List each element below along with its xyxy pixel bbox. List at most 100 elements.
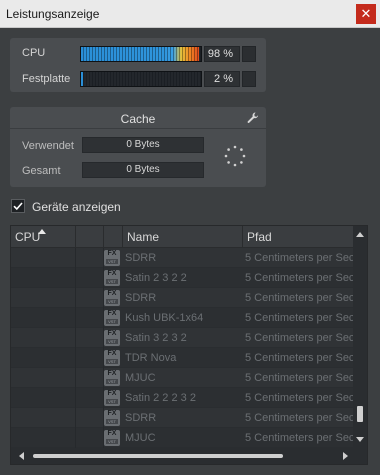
- close-button[interactable]: ✕: [356, 4, 376, 24]
- fx-plugin-icon: FX VST: [104, 350, 120, 366]
- disk-label: Festplatte: [22, 73, 71, 85]
- row-path-cell: 5 Centimeters per Sec: [245, 332, 353, 344]
- row-blank-cell: [76, 308, 104, 328]
- table-row[interactable]: FX VST MJUC 5 Centimeters per Sec: [11, 368, 353, 388]
- cpu-meter: [80, 46, 202, 62]
- cache-used-value: 0 Bytes: [82, 137, 204, 153]
- cache-title: Cache: [120, 112, 156, 126]
- row-path-cell: 5 Centimeters per Sec: [245, 252, 353, 264]
- cpu-label: CPU: [22, 47, 46, 59]
- column-header-blank-1[interactable]: [76, 226, 104, 248]
- table-header: CPU Name Pfad: [11, 226, 353, 248]
- fx-plugin-icon: FX VST: [104, 270, 120, 286]
- scroll-up-icon[interactable]: [356, 232, 364, 237]
- cpu-value: 98 %: [204, 46, 240, 62]
- close-icon: ✕: [360, 6, 372, 21]
- table-row[interactable]: FX VST SDRR 5 Centimeters per Sec: [11, 248, 353, 268]
- row-path-cell: 5 Centimeters per Sec: [245, 432, 353, 444]
- fx-plugin-icon: FX VST: [104, 410, 120, 426]
- row-cpu-cell: [11, 368, 76, 388]
- row-path-cell: 5 Centimeters per Sec: [245, 352, 353, 364]
- disk-meter: [80, 71, 202, 87]
- row-cpu-cell: [11, 388, 76, 408]
- row-blank-cell: [76, 248, 104, 268]
- scroll-right-icon[interactable]: [343, 452, 348, 460]
- loading-spinner-icon: [224, 145, 246, 167]
- row-path-cell: 5 Centimeters per Sec: [245, 292, 353, 304]
- cache-total-value: 0 Bytes: [82, 162, 204, 178]
- checkmark-icon: [13, 202, 23, 211]
- cache-used-label: Verwendet: [22, 140, 74, 152]
- row-path-cell: 5 Centimeters per Sec: [245, 412, 353, 424]
- row-name-cell: Satin 2 2 2 3 2: [125, 392, 196, 404]
- row-cpu-cell: [11, 268, 76, 288]
- row-name-cell: Kush UBK-1x64: [125, 312, 204, 324]
- row-blank-cell: [76, 288, 104, 308]
- cpu-overload-indicator: [242, 46, 256, 62]
- wrench-icon[interactable]: [246, 111, 260, 125]
- row-cpu-cell: [11, 328, 76, 348]
- row-cpu-cell: [11, 288, 76, 308]
- row-name-cell: SDRR: [125, 292, 157, 304]
- row-name-cell: MJUC: [125, 432, 156, 444]
- fx-plugin-icon: FX VST: [104, 310, 120, 326]
- column-header-cpu[interactable]: CPU: [11, 226, 76, 248]
- cache-header: Cache: [10, 107, 266, 129]
- table-row[interactable]: FX VST Satin 3 2 3 2 5 Centimeters per Sec: [11, 328, 353, 348]
- vertical-scrollbar[interactable]: [353, 226, 367, 448]
- row-cpu-cell: [11, 308, 76, 328]
- row-name-cell: Satin 3 2 3 2: [125, 332, 187, 344]
- vertical-scroll-thumb[interactable]: [357, 406, 363, 422]
- row-path-cell: 5 Centimeters per Sec: [245, 372, 353, 384]
- row-cpu-cell: [11, 428, 76, 448]
- cpu-meter-fill: [81, 47, 199, 61]
- table-row[interactable]: FX VST SDRR 5 Centimeters per Sec: [11, 288, 353, 308]
- horizontal-scroll-thumb[interactable]: [33, 454, 283, 458]
- fx-plugin-icon: FX VST: [104, 250, 120, 266]
- table-row[interactable]: FX VST Satin 2 3 2 2 5 Centimeters per Sec: [11, 268, 353, 288]
- row-name-cell: SDRR: [125, 412, 157, 424]
- window-title: Leistungsanzeige: [6, 7, 100, 21]
- fx-plugin-icon: FX VST: [104, 370, 120, 386]
- disk-overload-indicator: [242, 71, 256, 87]
- row-blank-cell: [76, 268, 104, 288]
- show-devices-label[interactable]: Geräte anzeigen: [32, 200, 121, 214]
- fx-plugin-icon: FX VST: [104, 290, 120, 306]
- cache-panel: Cache Verwendet 0 Bytes Gesamt 0 Bytes: [10, 107, 266, 187]
- cache-total-label: Gesamt: [22, 165, 61, 177]
- row-name-cell: TDR Nova: [125, 352, 177, 364]
- row-name-cell: MJUC: [125, 372, 156, 384]
- table-row[interactable]: FX VST Satin 2 2 2 3 2 5 Centimeters per Se…: [11, 388, 353, 408]
- table-row[interactable]: FX VST MJUC 5 Centimeters per Sec: [11, 428, 353, 448]
- fx-plugin-icon: FX VST: [104, 390, 120, 406]
- column-header-name[interactable]: Name: [123, 226, 243, 248]
- show-devices-checkbox[interactable]: [11, 199, 25, 213]
- row-blank-cell: [76, 388, 104, 408]
- meters-panel: CPU 98 % Festplatte 2 %: [10, 38, 266, 92]
- table-body: FX VST SDRR 5 Centimeters per Sec FX VST Satin…: [11, 248, 353, 448]
- row-cpu-cell: [11, 248, 76, 268]
- row-blank-cell: [76, 428, 104, 448]
- table-row[interactable]: FX VST TDR Nova 5 Centimeters per Sec: [11, 348, 353, 368]
- horizontal-scrollbar[interactable]: [11, 448, 367, 464]
- title-bar: Leistungsanzeige ✕: [0, 0, 380, 28]
- table-row[interactable]: FX VST Kush UBK-1x64 5 Centimeters per Sec: [11, 308, 353, 328]
- row-blank-cell: [76, 368, 104, 388]
- column-header-blank-2[interactable]: [104, 226, 123, 248]
- scroll-down-icon[interactable]: [356, 437, 364, 442]
- row-cpu-cell: [11, 348, 76, 368]
- row-cpu-cell: [11, 408, 76, 428]
- column-header-path[interactable]: Pfad: [243, 226, 353, 248]
- plugin-table: CPU Name Pfad FX VST SDRR 5 Centimeters per…: [10, 225, 368, 465]
- row-path-cell: 5 Centimeters per Sec: [245, 272, 353, 284]
- sort-ascending-icon: [38, 229, 46, 234]
- disk-meter-fill: [81, 72, 84, 86]
- disk-value: 2 %: [204, 71, 240, 87]
- row-name-cell: Satin 2 3 2 2: [125, 272, 187, 284]
- scroll-left-icon[interactable]: [19, 452, 24, 460]
- table-row[interactable]: FX VST SDRR 5 Centimeters per Sec: [11, 408, 353, 428]
- fx-plugin-icon: FX VST: [104, 430, 120, 446]
- row-blank-cell: [76, 408, 104, 428]
- row-name-cell: SDRR: [125, 252, 157, 264]
- row-path-cell: 5 Centimeters per Sec: [245, 312, 353, 324]
